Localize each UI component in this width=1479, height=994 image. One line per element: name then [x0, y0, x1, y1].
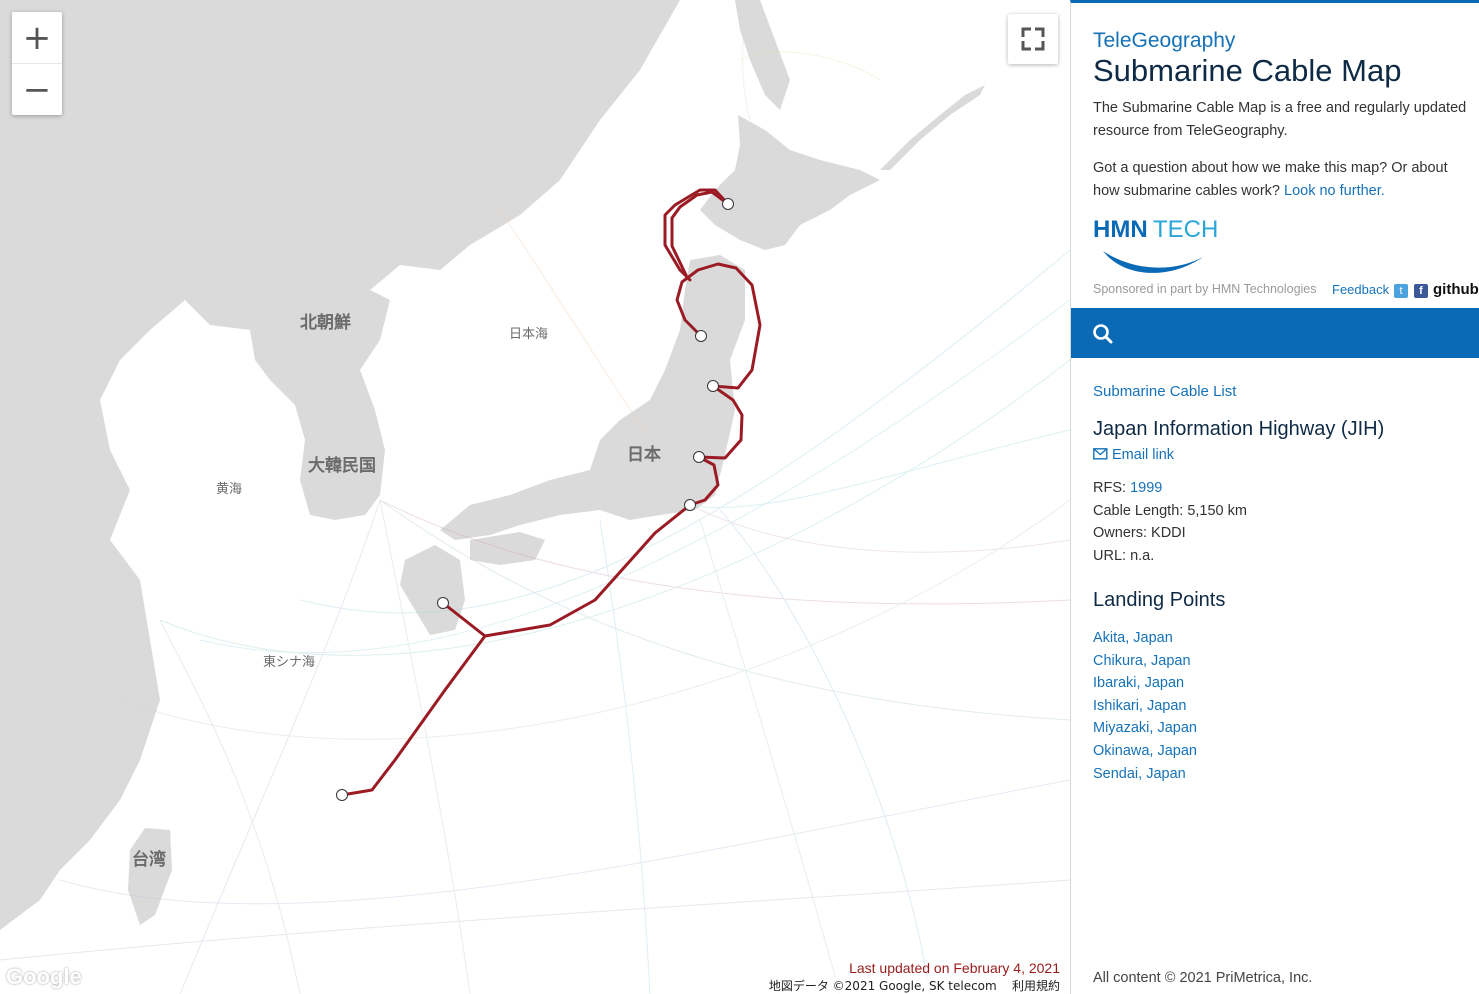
length-value: 5,150 km: [1187, 502, 1247, 519]
intro-text: The Submarine Cable Map is a free and re…: [1093, 100, 1467, 139]
page-title: Submarine Cable Map: [1093, 53, 1402, 88]
land-kyushu: [400, 545, 465, 635]
label-east-china-sea: 東シナ海: [263, 655, 316, 670]
landing-point-ishikari[interactable]: [722, 198, 734, 210]
land-hokkaido: [700, 115, 880, 250]
landing-point-link[interactable]: Akita, Japan: [1093, 627, 1197, 650]
land-taiwan: [128, 828, 172, 925]
map-canvas[interactable]: 北朝鮮 大韓民国 日本 日本海 黄海 東シナ海 台湾 + − Google La…: [0, 0, 1070, 994]
label-north-korea: 北朝鮮: [300, 313, 351, 333]
zoom-out-button[interactable]: −: [12, 64, 62, 115]
search-bar[interactable]: [1071, 308, 1479, 358]
landing-point-miyazaki[interactable]: [437, 597, 449, 609]
owners-label: Owners:: [1093, 525, 1147, 542]
cable-name: Japan Information Highway (JIH): [1093, 418, 1385, 440]
hmn-logo-text: HMN: [1093, 216, 1148, 243]
landing-point-link[interactable]: Sendai, Japan: [1093, 763, 1197, 786]
email-link[interactable]: Email link: [1093, 447, 1174, 463]
url-value: n.a.: [1130, 548, 1155, 565]
url-label: URL:: [1093, 548, 1127, 565]
cable-list-link[interactable]: Submarine Cable List: [1093, 383, 1236, 400]
terms-link[interactable]: 利用規約: [1012, 979, 1060, 993]
info-panel: TeleGeography Submarine Cable Map The Su…: [1070, 0, 1479, 994]
land-kurils: [880, 85, 985, 170]
land-honshu: [440, 255, 745, 540]
landing-point-okinawa[interactable]: [336, 789, 348, 801]
owners-value: KDDI: [1151, 525, 1186, 542]
landing-points-title: Landing Points: [1093, 589, 1226, 611]
question-text: Got a question about how we make this ma…: [1093, 157, 1471, 203]
url-row: URL: n.a.: [1093, 545, 1247, 568]
fullscreen-button[interactable]: [1008, 14, 1058, 64]
landing-point-link[interactable]: Ishikari, Japan: [1093, 695, 1197, 718]
landing-point-akita[interactable]: [695, 330, 707, 342]
mail-icon: [1093, 448, 1108, 460]
feedback-link[interactable]: Feedback: [1332, 282, 1389, 297]
sponsor-logo[interactable]: HMN TECH: [1093, 211, 1223, 284]
facebook-icon[interactable]: f: [1414, 284, 1428, 298]
length-label: Cable Length:: [1093, 502, 1184, 519]
zoom-in-button[interactable]: +: [12, 12, 62, 63]
owners-row: Owners: KDDI: [1093, 522, 1247, 545]
map-credits: 地図データ ©2021 Google, SK telecom 利用規約: [764, 977, 1064, 994]
cable-meta: RFS: 1999 Cable Length: 5,150 km Owners:…: [1093, 477, 1247, 568]
last-updated-text: Last updated on February 4, 2021: [849, 960, 1060, 976]
landing-point-link[interactable]: Ibaraki, Japan: [1093, 672, 1197, 695]
landing-point-link[interactable]: Miyazaki, Japan: [1093, 717, 1197, 740]
label-south-korea: 大韓民国: [308, 456, 376, 476]
label-yellow-sea: 黄海: [216, 482, 243, 497]
label-japan: 日本: [627, 445, 661, 465]
label-sea-of-japan: 日本海: [509, 327, 549, 342]
hmntech-logo-icon: HMN TECH: [1093, 216, 1218, 273]
github-link[interactable]: github: [1433, 281, 1479, 298]
zoom-control: + −: [12, 12, 62, 115]
map-data-credit: 地図データ ©2021 Google, SK telecom: [768, 979, 997, 993]
landing-point-ibaraki[interactable]: [693, 451, 705, 463]
google-logo: Google: [6, 964, 82, 989]
land-sakhalin: [735, 0, 790, 110]
twitter-icon[interactable]: t: [1394, 284, 1408, 298]
fullscreen-icon: [1021, 27, 1045, 51]
look-further-link[interactable]: Look no further.: [1284, 183, 1385, 199]
landing-point-chikura[interactable]: [684, 499, 696, 511]
length-row: Cable Length: 5,150 km: [1093, 500, 1247, 523]
tech-logo-text: TECH: [1153, 216, 1218, 243]
landing-point-link[interactable]: Chikura, Japan: [1093, 650, 1197, 673]
copyright-text: All content © 2021 PriMetrica, Inc.: [1093, 970, 1313, 986]
landing-point-link[interactable]: Okinawa, Japan: [1093, 740, 1197, 763]
rfs-label: RFS:: [1093, 480, 1127, 496]
search-icon[interactable]: [1085, 308, 1135, 358]
email-link-label: Email link: [1112, 447, 1175, 463]
sponsor-text: Sponsored in part by HMN Technologies: [1093, 282, 1317, 296]
landing-point-sendai[interactable]: [707, 380, 719, 392]
question-body: Got a question about how we make this ma…: [1093, 160, 1448, 199]
landing-points-list: Akita, Japan Chikura, Japan Ibaraki, Jap…: [1093, 627, 1197, 785]
rfs-value-link[interactable]: 1999: [1130, 480, 1162, 496]
land-shikoku: [470, 532, 545, 565]
brand-link[interactable]: TeleGeography: [1093, 29, 1235, 53]
label-taiwan: 台湾: [132, 850, 166, 870]
rfs-row: RFS: 1999: [1093, 477, 1247, 500]
